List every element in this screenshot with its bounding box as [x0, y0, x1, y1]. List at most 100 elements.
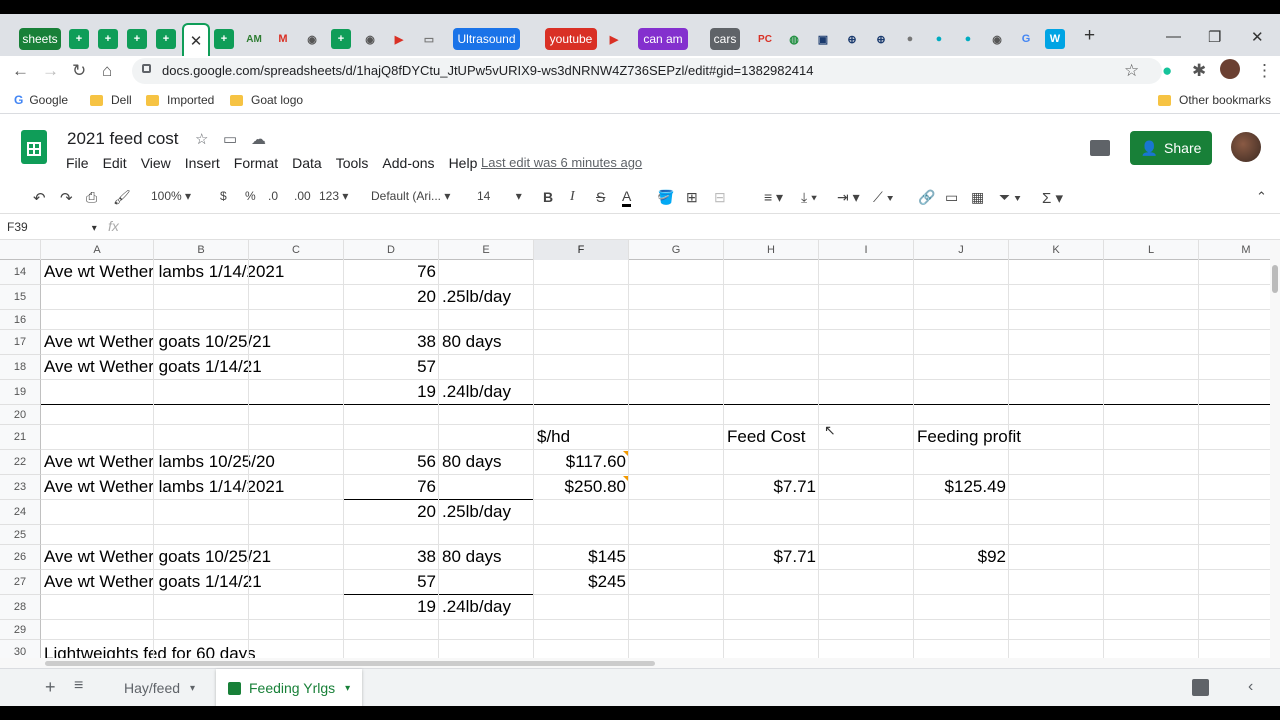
- cell-f16[interactable]: [534, 310, 629, 329]
- cell-f24[interactable]: [534, 500, 629, 524]
- bookmark-star-icon[interactable]: ☆: [1124, 61, 1139, 81]
- cell-f25[interactable]: [534, 525, 629, 544]
- cell-j19[interactable]: [914, 380, 1009, 404]
- cell-a18[interactable]: Ave wt Wether goats 1/14/21: [41, 355, 341, 379]
- globe-icon[interactable]: ◉: [987, 29, 1007, 49]
- globe-icon[interactable]: ◉: [302, 29, 322, 49]
- cell-e26[interactable]: 80 days: [439, 545, 534, 569]
- last-edit-link[interactable]: Last edit was 6 minutes ago: [481, 155, 642, 170]
- bold-button[interactable]: B: [543, 189, 553, 205]
- column-header-h[interactable]: H: [724, 240, 819, 260]
- cell-j21[interactable]: Feeding profit: [914, 425, 1074, 449]
- cell-a21[interactable]: [41, 425, 341, 449]
- cell-h23[interactable]: $7.71: [724, 475, 819, 499]
- move-folder-icon[interactable]: ▭: [223, 130, 237, 148]
- print-icon[interactable]: ⎙: [86, 189, 97, 206]
- menu-tools[interactable]: Tools: [336, 155, 369, 171]
- cell-h30[interactable]: [724, 640, 819, 658]
- cell-j29[interactable]: [914, 620, 1009, 639]
- collapse-side-panel-icon[interactable]: ‹: [1248, 678, 1253, 696]
- cell-h28[interactable]: [724, 595, 819, 619]
- cell-h25[interactable]: [724, 525, 819, 544]
- cell-j24[interactable]: [914, 500, 1009, 524]
- font-size-select[interactable]: 14 ▾: [477, 189, 522, 203]
- redo-icon[interactable]: ↷: [60, 189, 73, 207]
- cell-d20[interactable]: [344, 405, 439, 424]
- cell-h26[interactable]: $7.71: [724, 545, 819, 569]
- cell-h18[interactable]: [724, 355, 819, 379]
- cell-a24[interactable]: [41, 500, 341, 524]
- site-icon[interactable]: ◍: [784, 29, 804, 49]
- cell-e30[interactable]: [439, 640, 534, 658]
- cell-a29[interactable]: [41, 620, 341, 639]
- column-header-c[interactable]: C: [249, 240, 344, 260]
- cell-e14[interactable]: [439, 260, 534, 284]
- cell-e28[interactable]: .24lb/day: [439, 595, 534, 619]
- row-header[interactable]: 29: [0, 620, 41, 640]
- row-header[interactable]: 28: [0, 595, 41, 620]
- cell-j27[interactable]: [914, 570, 1009, 594]
- cell-d17[interactable]: 38: [344, 330, 439, 354]
- cell-f22[interactable]: $117.60: [534, 450, 629, 474]
- cell-a20[interactable]: [41, 405, 341, 424]
- comment-history-icon[interactable]: [1090, 140, 1110, 156]
- cell-h17[interactable]: [724, 330, 819, 354]
- cell-e16[interactable]: [439, 310, 534, 329]
- merge-cells-icon[interactable]: ⊟: [714, 189, 726, 206]
- new-tab-icon[interactable]: +: [1084, 25, 1095, 47]
- bookmark-imported[interactable]: Imported: [146, 93, 214, 107]
- sheet-tab-feeding-yrlgs[interactable]: Feeding Yrlgs ▾: [216, 669, 363, 707]
- insert-comment-icon[interactable]: ▭: [945, 189, 958, 206]
- cell-e17[interactable]: 80 days: [439, 330, 534, 354]
- site-icon[interactable]: ●: [900, 29, 920, 49]
- cell-a26[interactable]: Ave wt Wether goats 10/25/21: [41, 545, 341, 569]
- google-icon[interactable]: G: [1016, 29, 1036, 49]
- font-family-select[interactable]: Default (Ari... ▾: [371, 189, 450, 203]
- restore-icon[interactable]: ❐: [1208, 28, 1221, 46]
- tab-cars[interactable]: cars: [710, 28, 740, 50]
- cell-e21[interactable]: [439, 425, 534, 449]
- cell-j22[interactable]: [914, 450, 1009, 474]
- cell-a19[interactable]: [41, 380, 341, 404]
- back-icon[interactable]: ←: [12, 61, 29, 81]
- cell-j16[interactable]: [914, 310, 1009, 329]
- scroll-thumb[interactable]: [45, 661, 655, 666]
- cell-e20[interactable]: [439, 405, 534, 424]
- column-header-b[interactable]: B: [154, 240, 249, 260]
- zoom-select[interactable]: 100% ▾: [151, 189, 191, 203]
- cell-j17[interactable]: [914, 330, 1009, 354]
- menu-file[interactable]: File: [66, 155, 89, 171]
- row-header[interactable]: 17: [0, 330, 41, 355]
- cell-j20[interactable]: [914, 405, 1009, 424]
- cell-h15[interactable]: [724, 285, 819, 309]
- site-icon[interactable]: ▭: [419, 29, 439, 49]
- cell-j18[interactable]: [914, 355, 1009, 379]
- column-header-e[interactable]: E: [439, 240, 534, 260]
- site-icon[interactable]: ⊕: [842, 29, 862, 49]
- bookmark-dell[interactable]: Dell: [90, 93, 132, 107]
- row-header[interactable]: 23: [0, 475, 41, 500]
- cell-d26[interactable]: 38: [344, 545, 439, 569]
- filter-icon[interactable]: ⏷ ▾: [999, 189, 1021, 206]
- reload-icon[interactable]: ↻: [72, 61, 86, 81]
- cell-h20[interactable]: [724, 405, 819, 424]
- name-box[interactable]: F39 ▾: [7, 220, 97, 234]
- cell-d30[interactable]: [344, 640, 439, 658]
- row-header[interactable]: 30: [0, 640, 41, 658]
- sheets-icon[interactable]: +: [156, 29, 176, 49]
- menu-addons[interactable]: Add-ons: [382, 155, 434, 171]
- cell-f14[interactable]: [534, 260, 629, 284]
- column-header-j[interactable]: J: [914, 240, 1009, 260]
- cell-e18[interactable]: [439, 355, 534, 379]
- vertical-scrollbar[interactable]: [1270, 240, 1280, 658]
- youtube-icon[interactable]: ▶: [604, 29, 624, 49]
- sheets-icon[interactable]: +: [331, 29, 351, 49]
- borders-icon[interactable]: ⊞: [686, 189, 698, 206]
- cell-f29[interactable]: [534, 620, 629, 639]
- column-header-l[interactable]: L: [1104, 240, 1199, 260]
- cell-d19[interactable]: 19: [344, 380, 439, 404]
- tab-ultrasound[interactable]: Ultrasound: [453, 28, 520, 50]
- functions-icon[interactable]: Σ ▾: [1042, 189, 1063, 207]
- add-sheet-icon[interactable]: +: [45, 677, 56, 698]
- sheets-icon[interactable]: +: [98, 29, 118, 49]
